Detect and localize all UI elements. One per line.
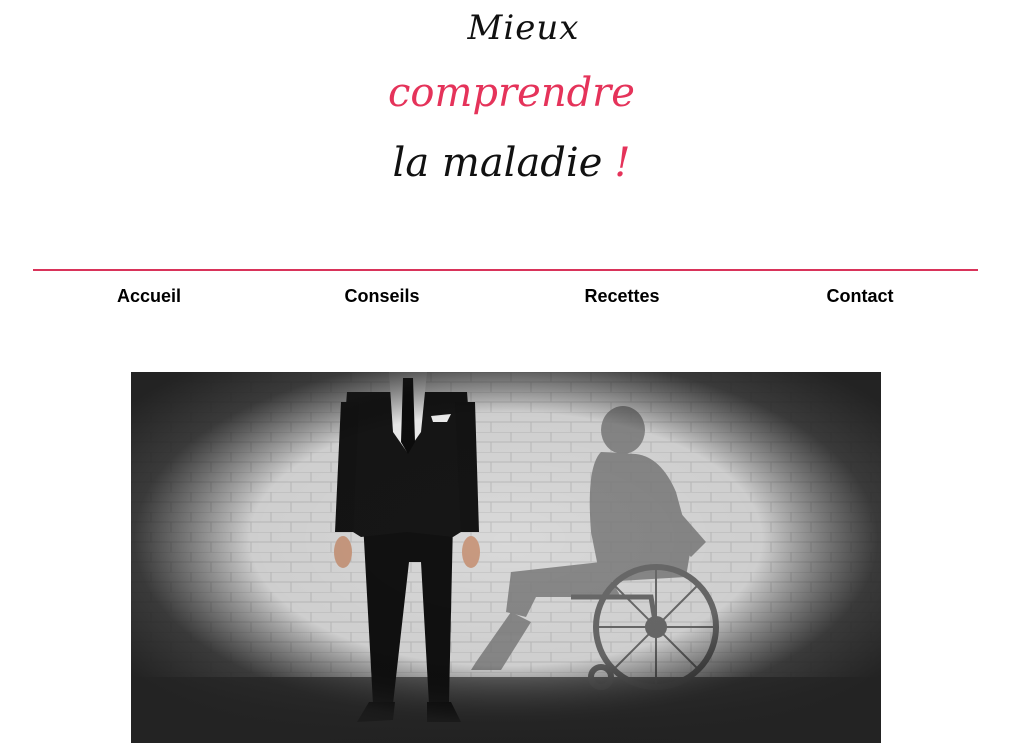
header-divider xyxy=(33,269,978,271)
hero-image xyxy=(131,372,881,743)
logo-line-mieux: Mieux xyxy=(467,8,580,48)
nav-item-contact[interactable]: Contact xyxy=(827,286,894,307)
nav-item-recettes[interactable]: Recettes xyxy=(584,286,659,307)
logo-line-la-maladie-text: la maladie xyxy=(392,140,603,186)
logo-exclamation: ! xyxy=(614,140,631,186)
nav-item-accueil[interactable]: Accueil xyxy=(117,286,181,307)
logo-line-la-maladie: la maladie! xyxy=(0,140,1023,186)
page: Mieux comprendre la maladie! Accueil Con… xyxy=(0,0,1023,743)
site-logo[interactable]: Mieux comprendre la maladie! xyxy=(0,0,1023,205)
nav-item-conseils[interactable]: Conseils xyxy=(344,286,419,307)
logo-line-comprendre: comprendre xyxy=(388,70,635,116)
hero-photo-illustration xyxy=(131,372,881,743)
main-nav: Accueil Conseils Recettes Contact xyxy=(0,286,1023,318)
